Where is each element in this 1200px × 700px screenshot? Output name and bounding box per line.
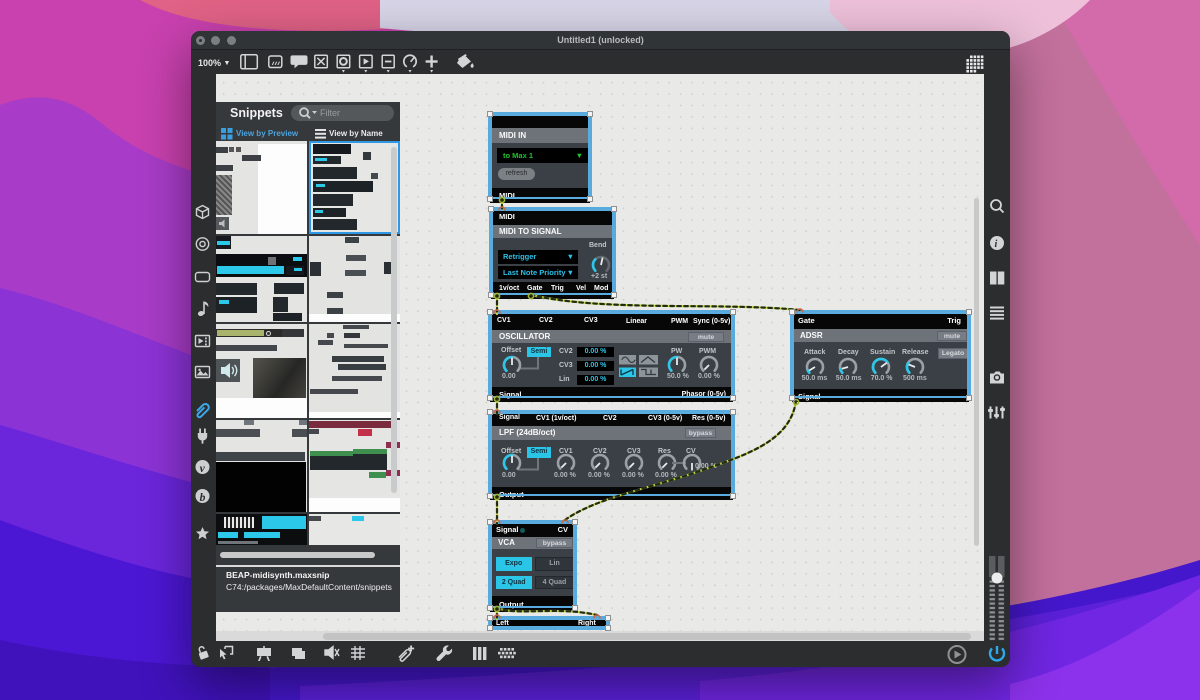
svg-text:v: v [200, 463, 206, 475]
svg-text:b: b [200, 492, 206, 504]
svg-text:i: i [995, 239, 998, 250]
